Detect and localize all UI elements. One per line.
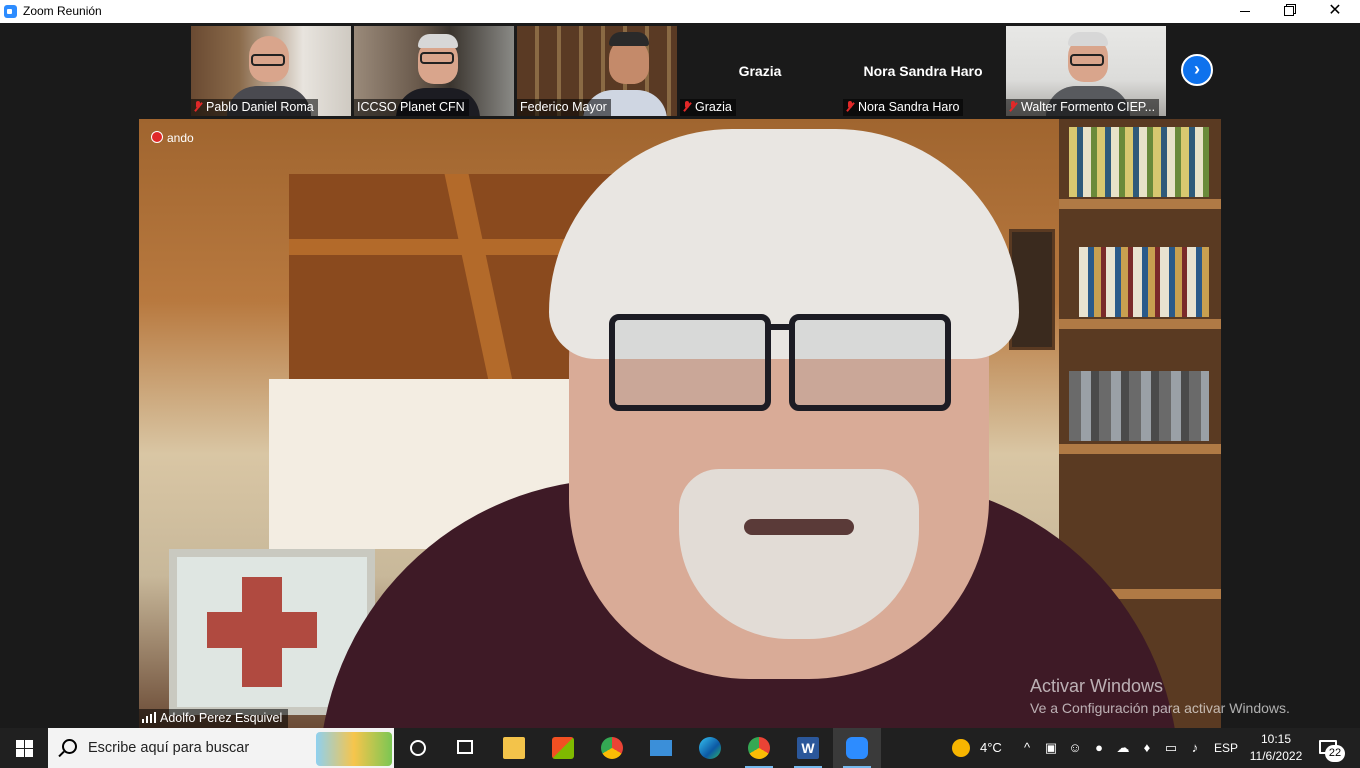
task-view-icon <box>457 740 473 754</box>
mic-muted-icon <box>194 101 202 112</box>
participant-tile[interactable]: ICCSO Planet CFN <box>354 26 514 116</box>
word-icon: W <box>797 737 819 759</box>
search-icon <box>62 739 77 754</box>
participant-name-label: Nora Sandra Haro <box>843 99 964 116</box>
weather-sun-icon[interactable] <box>952 739 970 757</box>
mic-muted-icon <box>846 101 854 112</box>
participant-tile[interactable]: Grazia Grazia <box>680 26 840 116</box>
taskbar-zoom[interactable] <box>833 728 881 768</box>
restore-button[interactable] <box>1266 0 1312 23</box>
mic-muted-icon <box>683 101 691 112</box>
participant-name-label: Walter Formento CIEP... <box>1006 99 1160 116</box>
window-title: Zoom Reunión <box>23 4 102 18</box>
participant-name-label: ICCSO Planet CFN <box>354 99 469 116</box>
taskbar-mail[interactable] <box>637 728 685 768</box>
mic-muted-icon <box>1009 101 1017 112</box>
input-language[interactable]: ESP <box>1214 728 1238 768</box>
speaker-name-label: Adolfo Perez Esquivel <box>139 709 289 728</box>
glasses <box>609 314 771 411</box>
main-speaker-video[interactable]: ando Adolfo Perez Esquivel <box>139 119 1221 728</box>
chevron-up-icon[interactable]: ^ <box>1020 741 1034 755</box>
participant-tile[interactable]: Federico Mayor <box>517 26 677 116</box>
task-view-button[interactable] <box>441 728 489 768</box>
record-dot-icon <box>151 131 163 143</box>
search-highlight-image <box>316 732 392 766</box>
close-icon: ✕ <box>1328 2 1342 19</box>
minimize-button[interactable] <box>1222 0 1268 23</box>
cortana-button[interactable] <box>394 728 442 768</box>
network-icon[interactable]: ▭ <box>1164 741 1178 755</box>
signal-strength-icon <box>142 712 156 723</box>
recording-indicator: ando <box>151 131 194 145</box>
taskbar-file-explorer[interactable] <box>490 728 538 768</box>
edge-icon <box>699 737 721 759</box>
taskbar-chrome-profile[interactable] <box>735 728 783 768</box>
taskbar-edge[interactable] <box>686 728 734 768</box>
folder-icon <box>503 737 525 759</box>
taskbar-search[interactable]: Escribe aquí para buscar <box>48 728 394 768</box>
search-placeholder: Escribe aquí para buscar <box>88 740 250 756</box>
activate-windows-subtitle: Ve a Configuración para activar Windows. <box>1030 700 1290 716</box>
onedrive-error-icon[interactable]: ☁ <box>1116 741 1130 755</box>
restore-icon <box>1284 6 1294 16</box>
windows-taskbar: Escribe aquí para buscar W 4°C ^ ▣ ☺ ● ☁… <box>0 728 1360 768</box>
weather-temperature[interactable]: 4°C <box>980 728 1002 768</box>
microphone-icon[interactable]: ● <box>1092 741 1106 755</box>
mail-icon <box>650 740 672 756</box>
chrome-profile-icon <box>748 737 770 759</box>
security-shield-icon[interactable]: ♦ <box>1140 741 1154 755</box>
minimize-icon <box>1240 11 1250 12</box>
participant-display-name: Nora Sandra Haro <box>863 63 983 79</box>
participant-tile[interactable]: Nora Sandra Haro Nora Sandra Haro <box>843 26 1003 116</box>
next-page-button[interactable]: › <box>1181 54 1213 86</box>
taskbar-store[interactable] <box>539 728 587 768</box>
meet-now-icon[interactable]: ▣ <box>1044 741 1058 755</box>
participant-tile[interactable]: Pablo Daniel Roma <box>191 26 351 116</box>
notification-count-badge: 22 <box>1325 745 1345 762</box>
taskbar-word[interactable]: W <box>784 728 832 768</box>
chrome-icon <box>601 737 623 759</box>
taskbar-chrome[interactable] <box>588 728 636 768</box>
zoom-app-icon <box>4 5 17 18</box>
participant-name-label: Grazia <box>680 99 736 116</box>
window-titlebar: Zoom Reunión ✕ <box>0 0 1360 23</box>
store-icon <box>552 737 574 759</box>
activate-windows-title: Activar Windows <box>1030 676 1164 696</box>
people-icon[interactable]: ☺ <box>1068 741 1082 755</box>
participant-tile[interactable]: Walter Formento CIEP... <box>1006 26 1166 116</box>
participant-name-label: Pablo Daniel Roma <box>191 99 318 116</box>
cortana-icon <box>410 740 426 756</box>
participant-name-label: Federico Mayor <box>517 99 611 116</box>
meeting-area: Pablo Daniel Roma ICCSO Planet CFN Feder… <box>0 23 1360 728</box>
zoom-icon <box>846 737 868 759</box>
volume-icon[interactable]: ♪ <box>1188 741 1202 755</box>
participant-display-name: Grazia <box>738 63 782 79</box>
start-button[interactable] <box>0 728 48 768</box>
clock-date[interactable]: 11/6/2022 <box>1246 749 1306 763</box>
close-button[interactable]: ✕ <box>1312 0 1358 23</box>
chevron-right-icon: › <box>1194 59 1200 79</box>
clock-time[interactable]: 10:15 <box>1246 732 1306 746</box>
